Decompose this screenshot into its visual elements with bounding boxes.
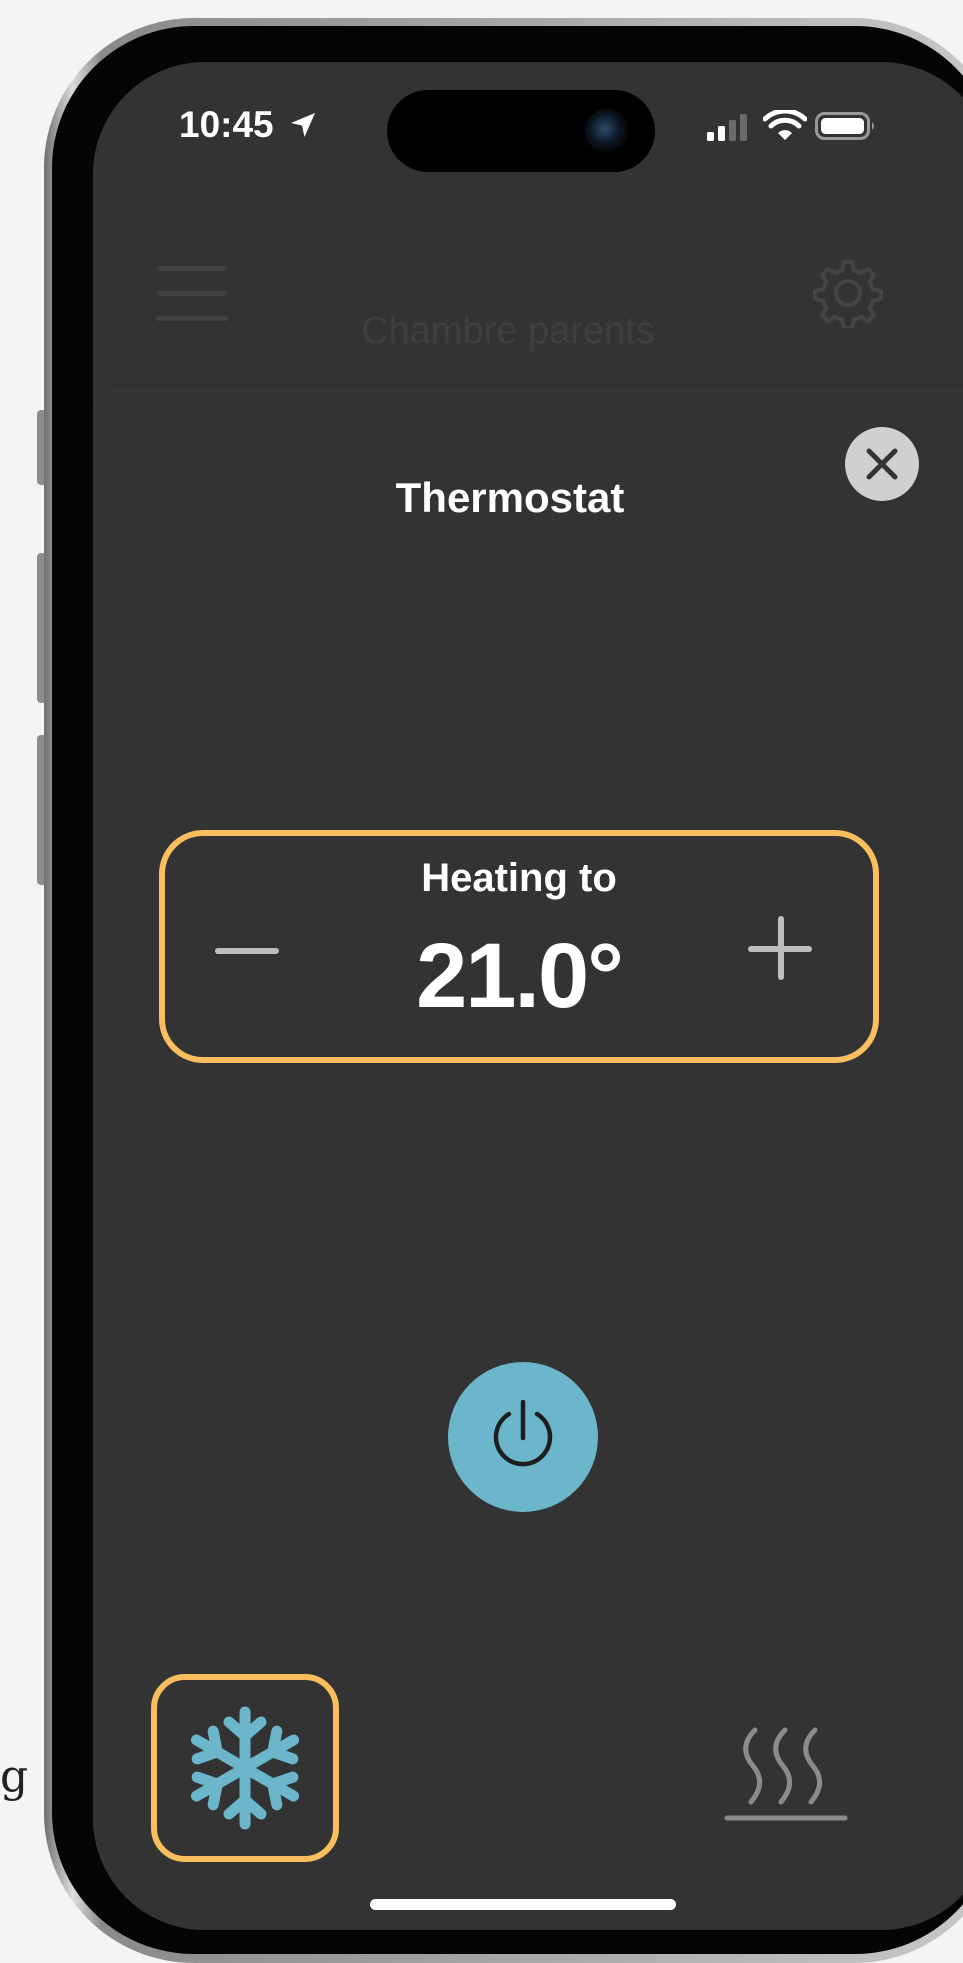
stray-caption-letter: g — [0, 1751, 29, 1802]
phone-screen: 10:45 Chambre parents Thermostat Heating… — [93, 62, 963, 1930]
front-camera — [585, 109, 629, 153]
dynamic-island — [387, 90, 655, 172]
snowflake-icon — [191, 1706, 299, 1830]
heating-mode-button[interactable] — [721, 1712, 851, 1832]
decrease-temperature-button[interactable] — [215, 936, 281, 966]
cooling-mode-button[interactable] — [151, 1674, 339, 1862]
power-button[interactable] — [448, 1362, 598, 1512]
heat-waves-icon — [724, 1727, 848, 1821]
sheet-title: Thermostat — [395, 474, 625, 521]
target-temperature-control: Heating to 21.0° — [159, 830, 879, 1063]
status-time-text: 10:45 — [179, 104, 274, 145]
cellular-signal-icon — [707, 114, 747, 141]
location-arrow-icon — [290, 113, 315, 137]
app-bar-title: Chambre parents — [361, 310, 655, 352]
wifi-icon — [763, 110, 807, 140]
increase-temperature-button[interactable] — [748, 916, 814, 982]
status-time: 10:45 — [179, 104, 318, 146]
battery-icon — [815, 112, 874, 140]
mode-label: Heating to — [421, 856, 617, 900]
home-indicator[interactable] — [370, 1899, 676, 1910]
power-icon — [493, 1400, 553, 1467]
